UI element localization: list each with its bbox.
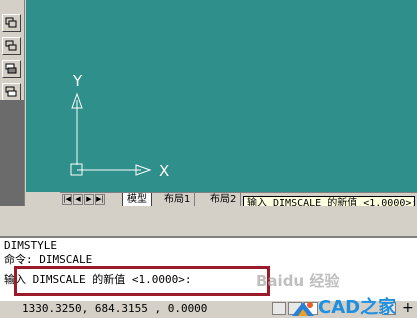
ucs-y-label: Y — [73, 72, 83, 90]
tab-nav-prev-button[interactable]: ◀ — [73, 194, 83, 205]
stack-icon[interactable] — [2, 83, 21, 101]
ucs-x-label: X — [159, 162, 170, 180]
horizontal-scroll-area — [0, 206, 417, 236]
plus-icon[interactable]: + — [402, 300, 414, 316]
cad-logo-icon — [292, 302, 314, 316]
ucs-icon — [70, 92, 152, 176]
tab-nav-next-button[interactable]: ▶ — [84, 194, 94, 205]
command-history-line: DIMSTYLE — [4, 239, 57, 252]
tab-layout2[interactable]: 布局2 — [206, 193, 242, 206]
block-icon[interactable] — [2, 37, 21, 55]
command-highlight-box — [14, 266, 270, 296]
drawing-area[interactable]: Y X — [26, 0, 417, 192]
coordinate-readout: 1330.3250, 684.3155 , 0.0000 — [22, 302, 208, 315]
snap-toggle-icon[interactable] — [272, 302, 286, 315]
watermark-text: Baidu 经验 — [256, 272, 340, 290]
tab-nav-first-button[interactable]: |◀ — [62, 194, 72, 205]
layer-icon[interactable] — [2, 60, 21, 78]
left-toolbar — [0, 0, 25, 228]
copy-icon[interactable] — [2, 14, 21, 32]
tab-nav-last-button[interactable]: ▶| — [95, 194, 105, 205]
tab-model[interactable]: 模型 — [122, 193, 152, 207]
tab-layout1[interactable]: 布局1 — [160, 193, 196, 206]
logo-text: CAD之家 — [318, 297, 397, 318]
command-history-line: 命令: DIMSCALE — [4, 253, 93, 266]
